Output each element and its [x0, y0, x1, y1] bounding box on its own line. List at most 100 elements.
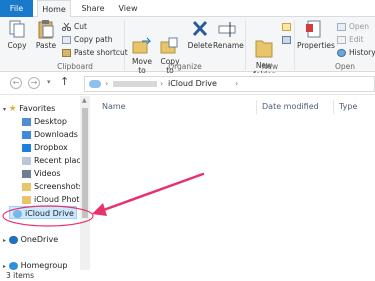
- nav-homegroup-label: Homegroup: [20, 261, 68, 270]
- copy-path-button[interactable]: Copy path: [62, 34, 112, 45]
- column-separator[interactable]: [333, 100, 334, 114]
- open-icon: [337, 23, 346, 31]
- scroll-up-arrow-icon[interactable]: ▲: [82, 97, 87, 104]
- nav-item-desktop[interactable]: Desktop: [22, 115, 67, 128]
- nav-onedrive-label: OneDrive: [20, 235, 59, 244]
- videos-icon: [22, 169, 31, 178]
- nav-item-label: Dropbox: [34, 143, 68, 152]
- tab-file[interactable]: File: [0, 0, 33, 17]
- forward-button[interactable]: →: [28, 77, 40, 89]
- address-row: ← → ▾ ↑ › › iCloud Drive ›: [0, 73, 375, 95]
- open-label: Open: [349, 22, 370, 31]
- edit-icon: [337, 36, 346, 44]
- column-header-name[interactable]: Name: [102, 100, 126, 114]
- clipboard-group-label: Clipboard: [57, 62, 93, 71]
- file-list: Name Date modified Type: [90, 96, 375, 270]
- nav-scrollbar-thumb[interactable]: [82, 108, 88, 218]
- cut-label: Cut: [74, 22, 87, 31]
- expand-arrow-icon: ▸: [3, 263, 7, 270]
- nav-onedrive[interactable]: ▸ OneDrive: [3, 233, 58, 246]
- column-header-type[interactable]: Type: [339, 100, 357, 114]
- open-button[interactable]: Open: [337, 21, 369, 32]
- breadcrumb-separator: ›: [235, 79, 239, 88]
- paste-shortcut-button[interactable]: Paste shortcut: [62, 47, 128, 58]
- new-folder-icon: [254, 28, 274, 58]
- paste-shortcut-icon: [62, 49, 71, 57]
- properties-button[interactable]: Properties: [297, 19, 335, 50]
- cloud-icon: [89, 80, 101, 88]
- edit-label: Edit: [349, 35, 364, 44]
- history-icon: [337, 49, 346, 57]
- move-to-icon: [132, 28, 152, 54]
- breadcrumb-separator: ›: [105, 79, 109, 88]
- nav-favorites[interactable]: ▾ ★ Favorites: [3, 102, 55, 115]
- back-button[interactable]: ←: [10, 77, 22, 89]
- nav-item-label: Desktop: [34, 117, 67, 126]
- folder-icon: [22, 195, 31, 204]
- dropbox-icon: [22, 143, 31, 152]
- nav-item-label: Videos: [34, 169, 61, 178]
- paste-shortcut-label: Paste shortcut: [74, 48, 128, 57]
- folder-icon: [22, 182, 31, 191]
- rename-button[interactable]: Rename: [213, 19, 244, 50]
- expand-arrow-icon: ▾: [3, 106, 7, 113]
- address-bar[interactable]: › › iCloud Drive ›: [84, 76, 375, 92]
- tab-view[interactable]: View: [114, 0, 142, 17]
- column-header-date-modified[interactable]: Date modified: [262, 100, 319, 114]
- ribbon-separator: [245, 20, 246, 70]
- new-item-icon[interactable]: [282, 21, 294, 32]
- copy-icon: [8, 19, 26, 39]
- up-button[interactable]: ↑: [60, 75, 69, 88]
- nav-item-screenshots[interactable]: Screenshots: [22, 180, 83, 193]
- edit-button[interactable]: Edit: [337, 34, 364, 45]
- copy-button[interactable]: Copy: [4, 19, 30, 50]
- cloud-icon: [13, 209, 22, 218]
- blurred-user-crumb: [113, 81, 157, 87]
- breadcrumb-separator: ›: [160, 79, 164, 88]
- star-icon: ★: [8, 104, 17, 114]
- column-separator[interactable]: [256, 100, 257, 114]
- copy-to-icon: [160, 28, 180, 54]
- onedrive-icon: [8, 235, 18, 244]
- nav-scrollbar[interactable]: ▲: [80, 96, 90, 270]
- recent-places-icon: [22, 156, 31, 165]
- properties-label: Properties: [297, 41, 335, 50]
- nav-item-icloud-photo[interactable]: iCloud Photo: [22, 193, 84, 206]
- tab-share[interactable]: Share: [78, 0, 108, 17]
- delete-label: Delete: [187, 41, 213, 50]
- nav-favorites-label: Favorites: [19, 104, 56, 113]
- ribbon-separator: [294, 20, 295, 70]
- nav-item-videos[interactable]: Videos: [22, 167, 61, 180]
- tab-home[interactable]: Home: [37, 0, 71, 18]
- rename-label: Rename: [213, 41, 244, 50]
- copy-path-label: Copy path: [74, 35, 113, 44]
- downloads-icon: [22, 130, 31, 139]
- nav-item-icloud-drive[interactable]: iCloud Drive: [9, 206, 77, 219]
- organize-group-label: Organize: [168, 62, 202, 71]
- open-group-label: Open: [334, 62, 356, 71]
- nav-item-label: Screenshots: [34, 182, 83, 191]
- ribbon: Copy Paste Cut Copy path Paste shortcut …: [0, 17, 375, 79]
- recent-locations-chevron-icon[interactable]: ▾: [47, 78, 51, 86]
- expand-arrow-icon: ▸: [3, 237, 7, 244]
- history-button[interactable]: History: [337, 47, 375, 58]
- paste-button[interactable]: Paste: [33, 19, 59, 50]
- easy-access-icon[interactable]: [282, 34, 294, 45]
- delete-button[interactable]: Delete: [187, 19, 213, 50]
- status-bar: 3 items: [0, 270, 375, 281]
- ribbon-tabs: File Home Share View: [0, 0, 375, 18]
- breadcrumb-icloud-drive[interactable]: iCloud Drive: [168, 77, 217, 91]
- homegroup-icon: [8, 261, 18, 270]
- properties-icon: [305, 19, 323, 39]
- paste-label: Paste: [35, 41, 57, 50]
- delete-icon: [191, 19, 209, 39]
- desktop-icon: [22, 117, 31, 126]
- nav-item-label: Downloads: [34, 130, 78, 139]
- cut-button[interactable]: Cut: [61, 21, 87, 32]
- copy-path-icon: [62, 36, 71, 44]
- history-label: History: [349, 48, 375, 57]
- nav-item-dropbox[interactable]: Dropbox: [22, 141, 68, 154]
- nav-item-downloads[interactable]: Downloads: [22, 128, 78, 141]
- nav-item-label: iCloud Drive: [25, 209, 74, 218]
- ribbon-separator: [124, 20, 125, 70]
